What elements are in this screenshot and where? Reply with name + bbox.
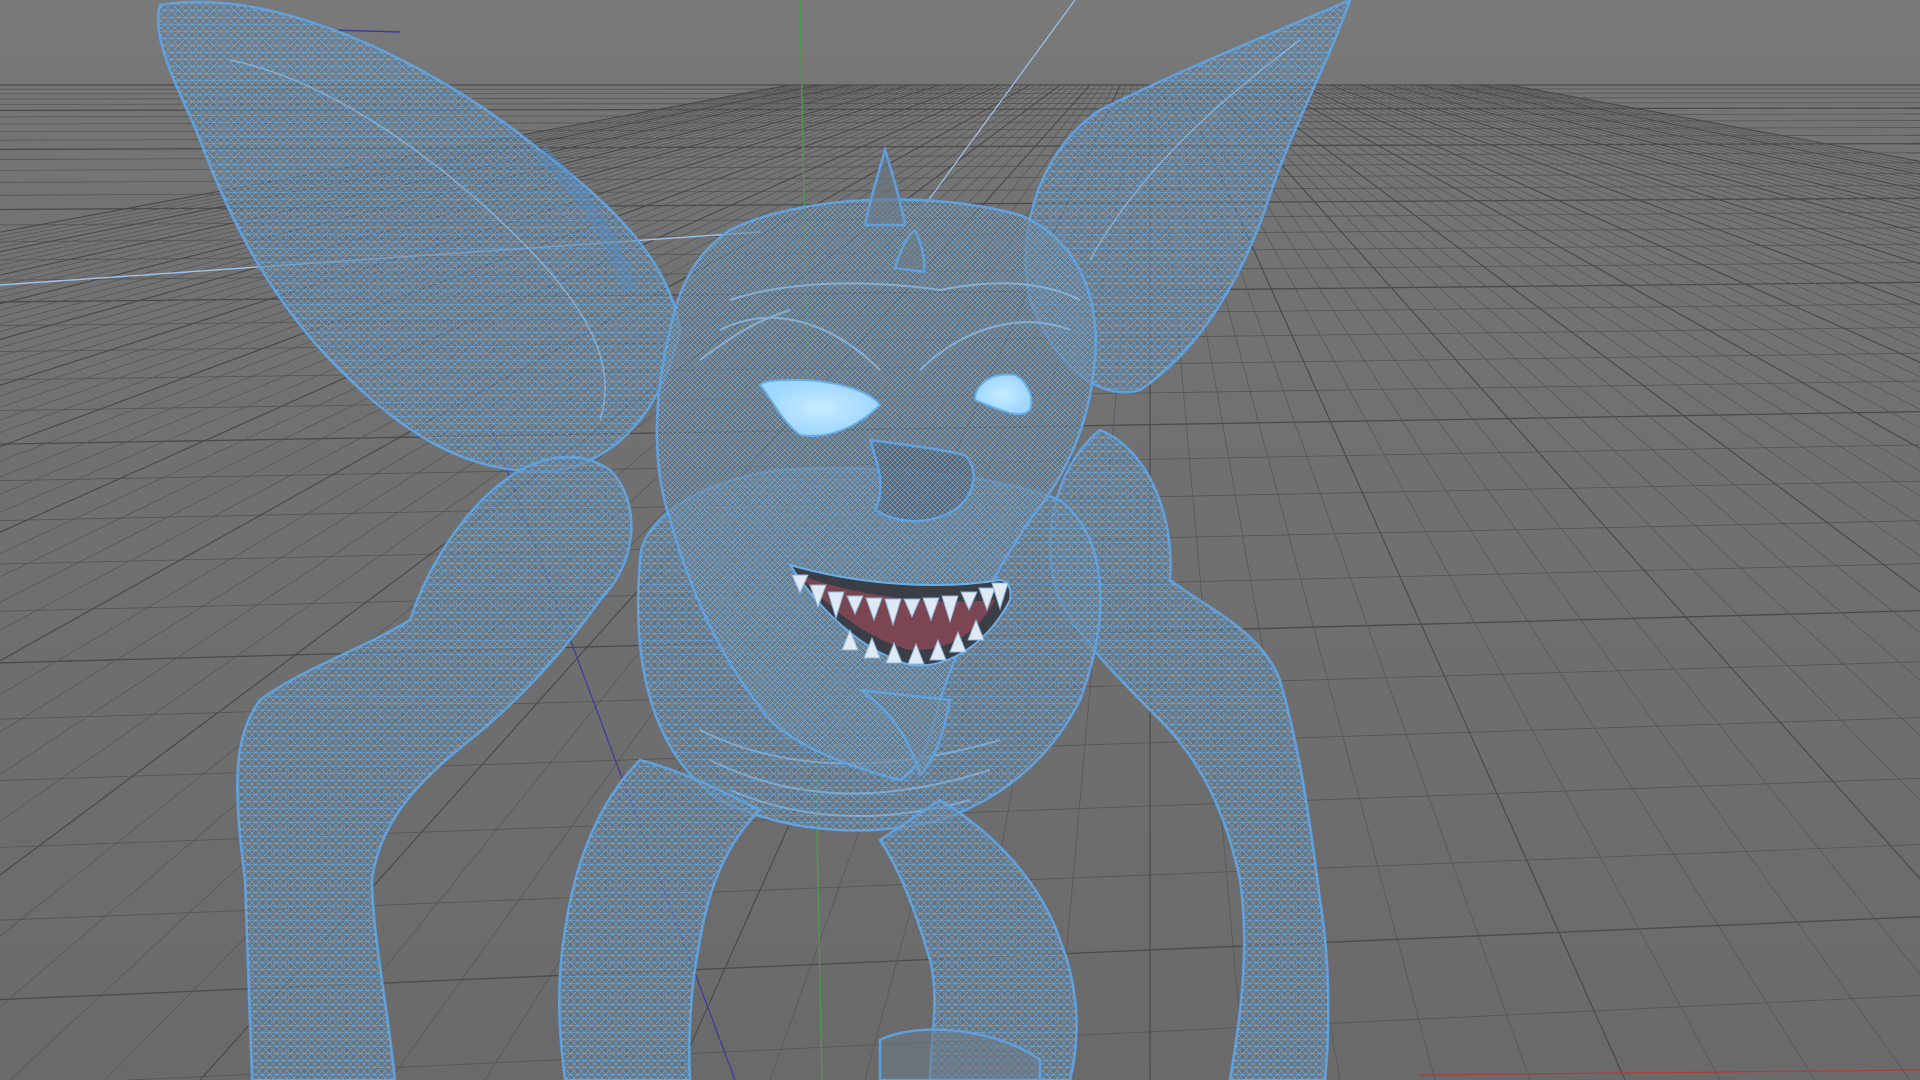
viewport-canvas[interactable] xyxy=(0,0,1920,1080)
3d-viewport[interactable] xyxy=(0,0,1920,1080)
